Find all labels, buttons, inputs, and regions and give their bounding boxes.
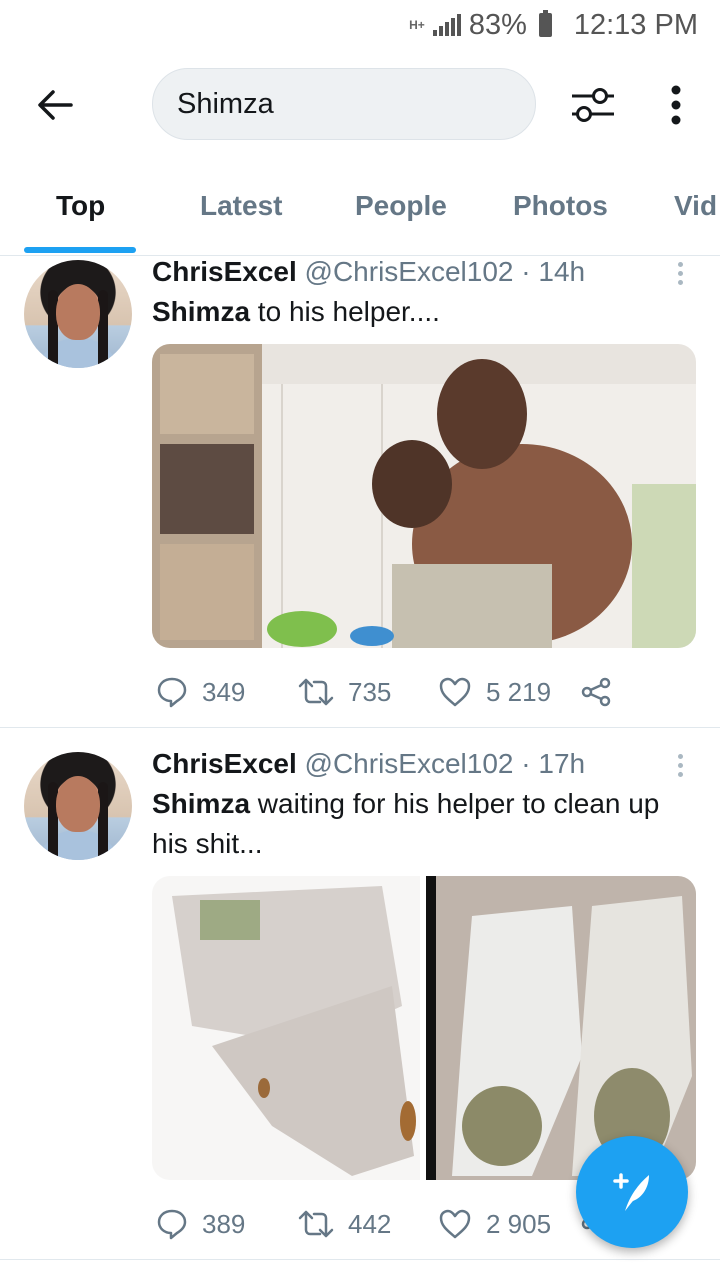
sliders-icon xyxy=(572,88,614,122)
like-count: 5 219 xyxy=(486,676,552,707)
retweet-button[interactable]: 442 xyxy=(298,1204,391,1244)
like-button[interactable]: 2 905 xyxy=(438,1204,551,1244)
heart-icon xyxy=(439,1209,471,1239)
share-icon xyxy=(581,677,611,707)
compose-tweet-button[interactable] xyxy=(576,1136,688,1248)
back-button[interactable] xyxy=(30,80,80,130)
overflow-menu-button[interactable] xyxy=(656,80,696,130)
tweet-header: ChrisExcel @ChrisExcel102 · 17h xyxy=(152,748,586,779)
author-handle: @ChrisExcel102 xyxy=(304,748,514,779)
reply-button[interactable]: 349 xyxy=(156,672,245,712)
vertical-ellipsis-icon xyxy=(671,85,681,125)
tab-videos[interactable]: Vid xyxy=(674,190,717,222)
arrow-left-icon xyxy=(38,90,73,120)
tweet-text-body: to his helper.... xyxy=(250,296,440,327)
tweet-header: ChrisExcel @ChrisExcel102 · 14h xyxy=(152,256,586,287)
search-query: Shimza xyxy=(177,87,274,120)
like-count: 2 905 xyxy=(486,1208,552,1239)
tweet-text-highlight[interactable]: Shimza xyxy=(152,788,250,819)
compose-tweet-icon xyxy=(613,1173,649,1211)
tweet-text: Shimza waiting for his helper to clean u… xyxy=(152,784,700,864)
tweet-actions: 349 735 5 219 xyxy=(152,672,672,712)
photo-image xyxy=(152,344,696,648)
tweet-text: Shimza to his helper.... xyxy=(152,292,700,332)
tweet-options-button[interactable] xyxy=(670,750,690,780)
tweet-photo[interactable] xyxy=(152,344,696,648)
search-input[interactable]: Shimza xyxy=(152,68,536,140)
heart-icon xyxy=(439,677,471,707)
network-type: H+ xyxy=(409,17,425,32)
active-tab-indicator xyxy=(24,247,136,253)
reply-count: 389 xyxy=(202,1208,246,1239)
clock: 12:13 PM xyxy=(573,8,698,41)
tweet-time: 17h xyxy=(538,748,586,779)
author-name[interactable]: ChrisExcel xyxy=(152,748,297,779)
author-handle: @ChrisExcel102 xyxy=(304,256,514,287)
battery-percent: 83% xyxy=(468,8,527,41)
tweet[interactable]: ChrisExcel @ChrisExcel102 · 14h Shimza t… xyxy=(0,256,720,728)
search-filter-button[interactable] xyxy=(566,80,620,130)
reply-icon xyxy=(157,677,187,708)
search-tabs: Top Latest People Photos Vid xyxy=(0,176,720,256)
retweet-count: 442 xyxy=(348,1208,392,1239)
tab-people[interactable]: People xyxy=(355,190,447,222)
retweet-button[interactable]: 735 xyxy=(298,672,391,712)
search-header: Shimza xyxy=(0,66,720,144)
avatar[interactable] xyxy=(24,260,132,368)
tab-photos[interactable]: Photos xyxy=(513,190,608,222)
photo-image xyxy=(152,876,696,1180)
like-button[interactable]: 5 219 xyxy=(438,672,551,712)
status-bar: H+ 83% 12:13 PM xyxy=(0,0,720,50)
battery-icon xyxy=(538,10,552,37)
tab-top[interactable]: Top xyxy=(56,190,105,222)
reply-button[interactable]: 389 xyxy=(156,1204,245,1244)
tweet-options-button[interactable] xyxy=(670,258,690,288)
reply-count: 349 xyxy=(202,676,246,707)
share-button[interactable] xyxy=(580,672,612,712)
tweet-text-highlight[interactable]: Shimza xyxy=(152,296,250,327)
tweet-photo-grid[interactable] xyxy=(152,876,696,1180)
tab-latest[interactable]: Latest xyxy=(200,190,282,222)
signal-icon xyxy=(432,14,461,36)
retweet-icon xyxy=(298,678,334,706)
author-name[interactable]: ChrisExcel xyxy=(152,256,297,287)
tweet-time: 14h xyxy=(538,256,586,287)
avatar[interactable] xyxy=(24,752,132,860)
retweet-count: 735 xyxy=(348,676,392,707)
retweet-icon xyxy=(298,1210,334,1238)
reply-icon xyxy=(157,1209,187,1240)
